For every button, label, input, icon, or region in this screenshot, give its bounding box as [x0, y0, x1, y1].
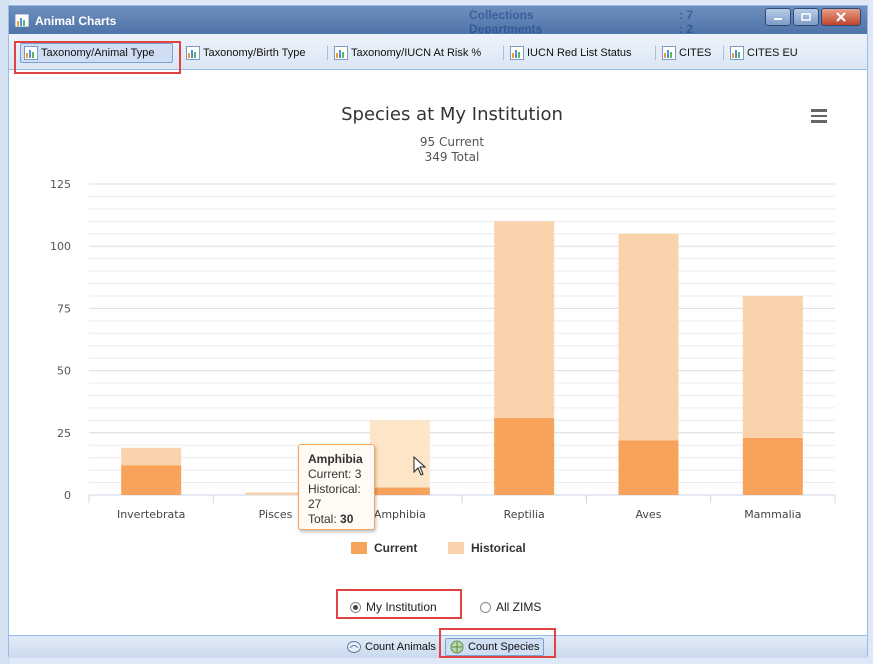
minimize-button[interactable]: [765, 8, 791, 26]
x-tick-label: Aves: [636, 508, 662, 521]
annotation-highlight-box: [336, 589, 462, 619]
bottom-button-label: Count Animals: [365, 641, 436, 653]
tab-label: CITES: [679, 47, 712, 59]
y-tick-label: 100: [50, 240, 71, 253]
tooltip-historical-value: 27: [308, 497, 322, 511]
tab-label: IUCN Red List Status: [527, 47, 632, 59]
hamburger-icon-line: [811, 114, 827, 117]
x-tick-label: Amphibia: [374, 508, 426, 521]
window-title: Animal Charts: [35, 14, 117, 28]
radio-button[interactable]: [480, 601, 491, 613]
close-button[interactable]: [821, 8, 861, 26]
tab-iucn-red-list-status[interactable]: IUCN Red List Status: [507, 43, 635, 63]
y-tick-label: 0: [64, 489, 71, 502]
chart-icon: [730, 46, 744, 60]
mouse-pointer-icon: [413, 456, 427, 476]
bar-historical-reptilia: [494, 221, 555, 418]
radio-all-zims[interactable]: All ZIMS: [480, 600, 541, 614]
bar-current-mammalia: [742, 437, 803, 495]
bar-historical-mammalia: [742, 295, 803, 438]
background-collections-label: Collections: [469, 8, 534, 22]
animal-charts-window: Animal Charts Collections : 7 Department…: [8, 5, 868, 658]
radio-label: All ZIMS: [496, 600, 542, 614]
tab-cites[interactable]: CITES: [659, 43, 714, 63]
tab-separator: [655, 46, 656, 60]
bar-current-amphibia: [369, 487, 430, 495]
annotation-highlight-box: [439, 628, 556, 658]
maximize-button[interactable]: [793, 8, 819, 26]
bar-current-reptilia: [494, 417, 555, 495]
tooltip-total-value: 30: [340, 512, 354, 526]
animal-icon: [347, 641, 361, 653]
tab-label: Taxonomy/IUCN At Risk %: [351, 47, 482, 59]
bar-historical-pisces: [245, 492, 306, 495]
species-bar-chart: Species at My Institution 95 Current349 T…: [50, 104, 836, 521]
tab-label: CITES EU: [747, 47, 798, 59]
chart-subtitle: 95 Current: [420, 135, 484, 149]
close-icon: [836, 12, 846, 22]
hamburger-icon-line: [811, 120, 827, 123]
x-tick-label: Mammalia: [744, 508, 801, 521]
chart-menu-button[interactable]: [811, 109, 827, 123]
tab-label: Taxonomy/Birth Type: [203, 47, 306, 59]
chart-tooltip: Amphibia Current: 3 Historical: 27 Total…: [298, 444, 375, 530]
tab-separator: [327, 46, 328, 60]
tooltip-current-label: Current:: [308, 467, 352, 481]
chart-subtitle: 349 Total: [425, 150, 480, 164]
legend-item-historical[interactable]: Historical: [448, 541, 526, 555]
chart-icon: [510, 46, 524, 60]
tooltip-total-label: Total:: [308, 512, 337, 526]
bar-historical-aves: [618, 233, 679, 441]
bar-historical-amphibia: [369, 420, 430, 488]
y-tick-label: 125: [50, 178, 71, 191]
x-tick-label: Reptilia: [504, 508, 545, 521]
tab-separator: [503, 46, 504, 60]
tab-taxonomy-birth-type[interactable]: Taxonomy/Birth Type: [183, 43, 309, 63]
bar-current-invertebrata: [121, 465, 182, 495]
x-tick-label: Invertebrata: [117, 508, 185, 521]
x-tick-label: Pisces: [259, 508, 293, 521]
tooltip-current-value: 3: [354, 467, 362, 481]
chart-title: Species at My Institution: [341, 104, 563, 125]
chart-icon: [662, 46, 676, 60]
legend-item-current[interactable]: Current: [351, 541, 417, 555]
legend-swatch-historical: [448, 542, 464, 554]
bar-current-aves: [618, 440, 679, 495]
legend-label-current: Current: [374, 541, 418, 555]
hamburger-icon: [811, 109, 827, 112]
chart-icon: [15, 14, 29, 27]
count-animals-button[interactable]: Count Animals: [343, 638, 439, 656]
chart-icon: [186, 46, 200, 60]
tab-separator: [723, 46, 724, 60]
y-tick-label: 25: [57, 427, 71, 440]
bar-historical-invertebrata: [121, 447, 182, 466]
bottom-toolbar: Count Animals Count Species: [9, 635, 867, 658]
legend-swatch-current: [351, 542, 367, 554]
maximize-icon: [801, 13, 811, 21]
chart-icon: [334, 46, 348, 60]
tab-taxonomy-iucn-at-risk[interactable]: Taxonomy/IUCN At Risk %: [331, 43, 484, 63]
tab-cites-eu[interactable]: CITES EU: [727, 43, 801, 63]
legend-label-historical: Historical: [471, 541, 526, 555]
y-tick-label: 50: [57, 365, 71, 378]
window-titlebar[interactable]: Animal Charts Collections : 7 Department…: [9, 6, 867, 36]
tooltip-category: Amphibia: [308, 452, 363, 466]
y-tick-label: 75: [57, 302, 71, 315]
minimize-icon: [774, 18, 782, 20]
tooltip-historical-label: Historical:: [308, 482, 361, 496]
background-collections-value: : 7: [679, 8, 694, 22]
